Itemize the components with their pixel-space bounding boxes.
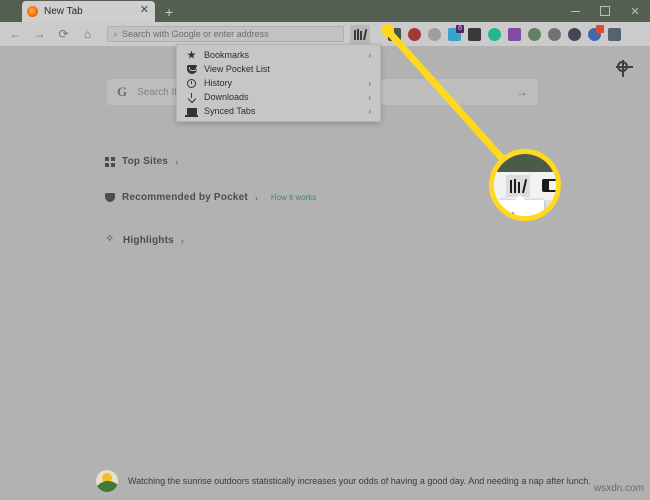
extension-onenote[interactable] — [508, 27, 521, 41]
menu-item-label: Bookmarks — [204, 50, 250, 60]
snippet-bar: Watching the sunrise outdoors statistica… — [0, 462, 650, 500]
extension-globe[interactable] — [528, 27, 541, 41]
magnifier-callout: › — [489, 149, 561, 221]
close-window-button[interactable]: ✕ — [620, 0, 650, 22]
extension-gear[interactable] — [548, 27, 561, 41]
gear-icon[interactable] — [615, 59, 633, 77]
minimize-button[interactable] — [560, 0, 590, 22]
how-it-works-link[interactable]: How it works — [271, 193, 316, 202]
extensions-toolbar: 0 — [388, 24, 628, 41]
extension-yinyang[interactable] — [568, 27, 581, 41]
forward-button[interactable]: → — [29, 24, 50, 45]
extension-sync[interactable] — [488, 27, 501, 41]
maximize-button[interactable] — [590, 0, 620, 22]
menu-item-label: Synced Tabs — [204, 106, 256, 116]
chevron-right-icon: › — [368, 92, 371, 102]
back-button[interactable]: ← — [5, 24, 26, 45]
download-icon — [185, 92, 198, 102]
menu-item-view-pocket-list[interactable]: View Pocket List — [177, 62, 380, 76]
search-icon: ⌕ — [113, 28, 119, 39]
window-controls: ✕ — [560, 0, 650, 22]
callout-library-button — [506, 175, 530, 197]
section-highlights[interactable]: Highlights › — [105, 232, 184, 246]
library-dropdown-menu: Bookmarks › View Pocket List History › Downlo… — [176, 44, 381, 122]
extension-download[interactable] — [428, 27, 441, 41]
search-go-icon[interactable]: → — [516, 85, 528, 99]
firefox-favicon-icon — [27, 6, 38, 17]
menu-item-downloads[interactable]: Downloads › — [177, 90, 380, 104]
section-title: Top Sites — [122, 156, 169, 167]
badge: 0 — [456, 24, 464, 33]
menu-item-history[interactable]: History › — [177, 76, 380, 90]
menu-item-label: View Pocket List — [204, 64, 270, 74]
extension-shield[interactable] — [408, 27, 421, 41]
watermark: wsxdn.com — [593, 483, 644, 494]
menu-item-label: History — [204, 78, 233, 88]
chevron-right-icon[interactable]: › — [255, 193, 258, 203]
grid-icon — [105, 156, 115, 167]
extension-grid[interactable] — [468, 27, 481, 41]
chevron-right-icon: › — [511, 206, 516, 221]
chevron-right-icon: › — [368, 50, 371, 60]
pocket-icon — [185, 64, 198, 74]
sunrise-icon — [96, 470, 118, 492]
pocket-icon — [105, 193, 115, 202]
badge — [596, 24, 604, 33]
home-button[interactable]: ⌂ — [77, 24, 98, 45]
library-button[interactable] — [350, 24, 370, 44]
sparkle-icon — [105, 232, 116, 246]
menu-item-label: Downloads — [204, 92, 249, 102]
browser-window: New Tab ✕ + ✕ ← → ⟳ ⌂ ⌕ Search with Goog… — [0, 0, 650, 500]
tab-new-tab[interactable]: New Tab ✕ — [22, 1, 155, 22]
chevron-right-icon: › — [368, 78, 371, 88]
google-logo-icon: G — [117, 84, 128, 99]
chevron-right-icon[interactable]: › — [175, 157, 178, 167]
section-title: Recommended by Pocket — [122, 192, 248, 203]
clock-icon — [185, 78, 198, 88]
library-books-icon — [509, 179, 528, 194]
close-icon[interactable]: ✕ — [140, 5, 149, 16]
navigation-toolbar: ← → ⟳ ⌂ ⌕ Search with Google or enter ad… — [0, 22, 650, 61]
menu-item-synced-tabs[interactable]: Synced Tabs › — [177, 104, 380, 118]
extension-blue-circle[interactable] — [588, 24, 604, 41]
callout-target-dot — [381, 24, 394, 37]
library-books-icon — [354, 28, 367, 40]
section-recommended-by-pocket[interactable]: Recommended by Pocket › How it works — [105, 192, 316, 203]
extension-app[interactable]: 0 — [448, 24, 464, 41]
extension-account[interactable] — [608, 27, 621, 41]
sidebar-toggle-icon — [542, 179, 556, 192]
tab-title: New Tab — [44, 6, 83, 17]
new-tab-button[interactable]: + — [165, 5, 173, 19]
star-icon — [185, 50, 198, 60]
section-top-sites[interactable]: Top Sites › — [105, 156, 178, 167]
section-title: Highlights — [123, 235, 174, 246]
snippet-text: Watching the sunrise outdoors statistica… — [128, 476, 591, 486]
tab-strip: New Tab ✕ + ✕ — [0, 0, 650, 22]
address-bar[interactable]: ⌕ Search with Google or enter address — [107, 26, 344, 42]
chevron-right-icon[interactable]: › — [181, 236, 184, 246]
reload-button[interactable]: ⟳ — [53, 24, 74, 45]
laptop-icon — [185, 107, 198, 117]
menu-item-bookmarks[interactable]: Bookmarks › — [177, 48, 380, 62]
chevron-right-icon: › — [368, 106, 371, 116]
address-bar-placeholder: Search with Google or enter address — [122, 29, 269, 39]
